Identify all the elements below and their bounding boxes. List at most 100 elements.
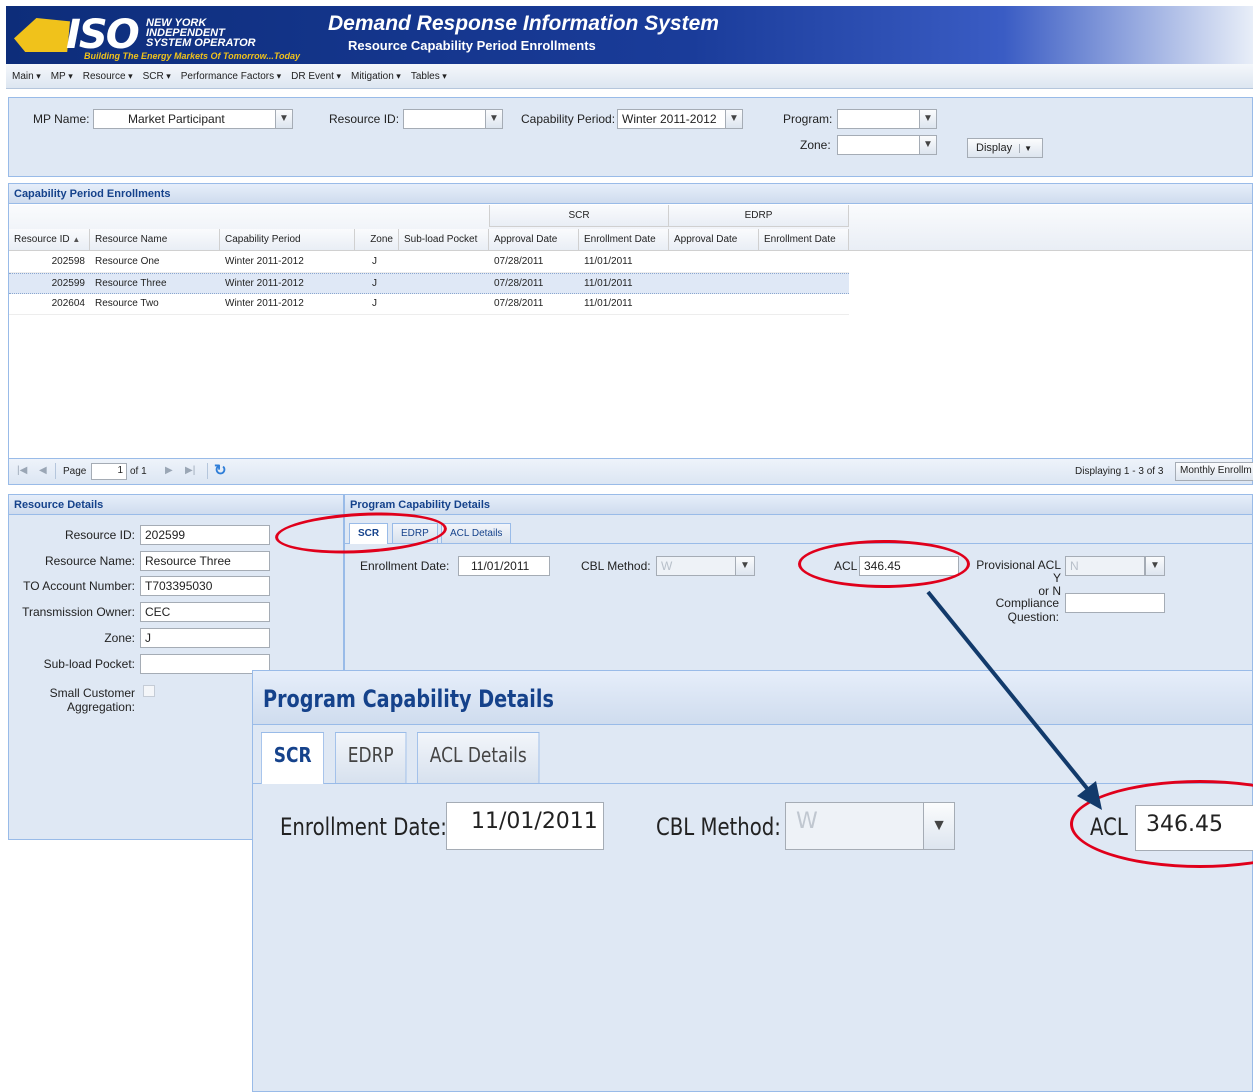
resource-details-title: Resource Details <box>9 495 343 515</box>
menu-tables[interactable]: Tables <box>411 71 447 82</box>
capability-period-label: Capability Period: <box>521 112 616 126</box>
resource-id-select[interactable] <box>403 109 487 129</box>
col-resource-id-label: Resource ID <box>14 234 70 245</box>
app-title: Demand Response Information System <box>328 12 719 35</box>
app-subtitle: Resource Capability Period Enrollments <box>348 38 596 53</box>
menu-scr[interactable]: SCR <box>143 71 171 82</box>
cell-capability-period: Winter 2011-2012 <box>225 256 304 267</box>
chevron-down-icon[interactable]: ▼ <box>735 556 755 576</box>
subload-pocket-field[interactable] <box>140 654 270 674</box>
resource-id-field[interactable]: 202599 <box>140 525 270 545</box>
col-scr-approval-date[interactable]: Approval Date <box>489 229 579 251</box>
cell-resource-id: 202604 <box>51 298 85 309</box>
transmission-owner-label: Transmission Owner: <box>22 605 135 619</box>
menu-resource[interactable]: Resource <box>83 71 133 82</box>
mp-name-label: MP Name: <box>33 112 90 126</box>
callout-arrow-icon <box>926 590 1102 810</box>
capability-period-select[interactable]: Winter 2011-2012 <box>617 109 727 129</box>
to-account-label: TO Account Number: <box>23 579 135 593</box>
table-row[interactable]: 202604 Resource Two Winter 2011-2012 J 0… <box>9 294 849 315</box>
menu-main[interactable]: Main <box>12 71 41 82</box>
cell-resource-name: Resource Three <box>95 278 167 289</box>
col-zone[interactable]: Zone <box>355 229 399 251</box>
group-header-scr: SCR <box>489 205 669 227</box>
enrollment-date-field[interactable]: 11/01/2011 <box>458 556 550 576</box>
logo-org-line3: SYSTEM OPERATOR <box>146 37 256 49</box>
cell-scr-approval-date: 07/28/2011 <box>494 278 544 289</box>
zone-label: Zone: <box>800 138 831 152</box>
grid-title: Capability Period Enrollments <box>9 184 1252 204</box>
to-account-field[interactable]: T703395030 <box>140 576 270 596</box>
col-resource-id[interactable]: Resource ID ▲ <box>9 229 90 251</box>
program-select[interactable] <box>837 109 921 129</box>
cell-zone: J <box>372 278 377 289</box>
cbl-method-label: CBL Method: <box>581 559 651 573</box>
program-details-panel: Program Capability Details SCR EDRP ACL … <box>344 494 1253 674</box>
app-header: ISO NEW YORK INDEPENDENT SYSTEM OPERATOR… <box>6 6 1253 64</box>
zone-select[interactable] <box>837 135 921 155</box>
cbl-method-select[interactable]: W <box>656 556 736 576</box>
cell-resource-id: 202599 <box>51 278 85 289</box>
pager-divider <box>207 463 208 479</box>
menu-mp[interactable]: MP <box>51 71 73 82</box>
menu-mitigation[interactable]: Mitigation <box>351 71 401 82</box>
displaying-count: Displaying 1 - 3 of 3 <box>1075 466 1164 477</box>
next-page-icon[interactable]: ▶ <box>165 465 173 476</box>
zone-field[interactable]: J <box>140 628 270 648</box>
resource-name-label: Resource Name: <box>44 554 135 568</box>
cell-resource-id: 202598 <box>51 256 85 267</box>
menu-performance-factors[interactable]: Performance Factors <box>181 71 281 82</box>
zoom-cbl-method-label: CBL Method: <box>656 813 781 841</box>
chevron-down-icon[interactable]: ▼ <box>1019 144 1033 153</box>
zoom-enrollment-date-field[interactable]: 11/01/2011 <box>446 802 604 850</box>
tab-acl-details[interactable]: ACL Details <box>441 523 512 543</box>
zoom-tab-scr[interactable]: SCR <box>261 732 325 784</box>
zoom-enrollment-date-label: Enrollment Date: <box>280 813 447 841</box>
zoom-tab-acl-details[interactable]: ACL Details <box>417 732 540 783</box>
col-edrp-enrollment-date[interactable]: Enrollment Date <box>759 229 849 251</box>
sort-asc-icon: ▲ <box>72 235 81 244</box>
col-scr-enrollment-date[interactable]: Enrollment Date <box>579 229 669 251</box>
small-customer-label-line1: Small Customer <box>49 686 135 700</box>
col-resource-name[interactable]: Resource Name <box>90 229 220 251</box>
program-details-title: Program Capability Details <box>345 495 1252 515</box>
zoom-cbl-method-select[interactable]: W <box>785 802 927 850</box>
first-page-icon[interactable]: |◀ <box>17 465 27 476</box>
prev-page-icon[interactable]: ◀ <box>39 465 47 476</box>
chevron-down-icon[interactable]: ▼ <box>725 109 743 129</box>
cell-resource-name: Resource Two <box>95 298 159 309</box>
chevron-down-icon[interactable]: ▼ <box>919 109 937 129</box>
logo-tagline: Building The Energy Markets Of Tomorrow.… <box>84 51 301 61</box>
cell-scr-enrollment-date: 11/01/2011 <box>584 256 633 267</box>
menu-bar: Main MP Resource SCR Performance Factors… <box>6 64 1253 89</box>
resource-name-field[interactable]: Resource Three <box>140 551 270 571</box>
program-label: Program: <box>783 112 833 126</box>
table-row[interactable]: 202598 Resource One Winter 2011-2012 J 0… <box>9 252 849 273</box>
chevron-down-icon[interactable]: ▼ <box>275 109 293 129</box>
cell-capability-period: Winter 2011-2012 <box>225 298 304 309</box>
zoom-tab-edrp[interactable]: EDRP <box>335 732 407 783</box>
provisional-acl-select[interactable]: N <box>1065 556 1145 576</box>
cell-scr-enrollment-date: 11/01/2011 <box>584 278 633 289</box>
subload-pocket-label: Sub-load Pocket: <box>43 657 135 671</box>
menu-dr-event[interactable]: DR Event <box>291 71 341 82</box>
col-edrp-approval-date[interactable]: Approval Date <box>669 229 759 251</box>
transmission-owner-field[interactable]: CEC <box>140 602 270 622</box>
cell-resource-name: Resource One <box>95 256 160 267</box>
logo-org-name: NEW YORK INDEPENDENT SYSTEM OPERATOR <box>146 18 256 49</box>
small-customer-checkbox[interactable] <box>143 685 155 697</box>
monthly-enrollment-button[interactable]: Monthly Enrollm <box>1175 462 1253 481</box>
display-button[interactable]: Display ▼ <box>967 138 1043 158</box>
chevron-down-icon[interactable]: ▼ <box>1145 556 1165 576</box>
chevron-down-icon[interactable]: ▼ <box>485 109 503 129</box>
chevron-down-icon[interactable]: ▼ <box>919 135 937 155</box>
page-number-input[interactable]: 1 <box>91 463 127 480</box>
last-page-icon[interactable]: ▶| <box>185 465 195 476</box>
col-capability-period[interactable]: Capability Period <box>220 229 355 251</box>
col-subload-pocket[interactable]: Sub-load Pocket <box>399 229 489 251</box>
table-row-selected[interactable]: 202599 Resource Three Winter 2011-2012 J… <box>9 273 849 294</box>
resource-id-label: Resource ID: <box>329 112 400 126</box>
page-label: Page <box>63 466 87 477</box>
mp-name-select[interactable]: Market Participant <box>93 109 277 129</box>
refresh-icon[interactable]: ↻ <box>214 461 227 479</box>
